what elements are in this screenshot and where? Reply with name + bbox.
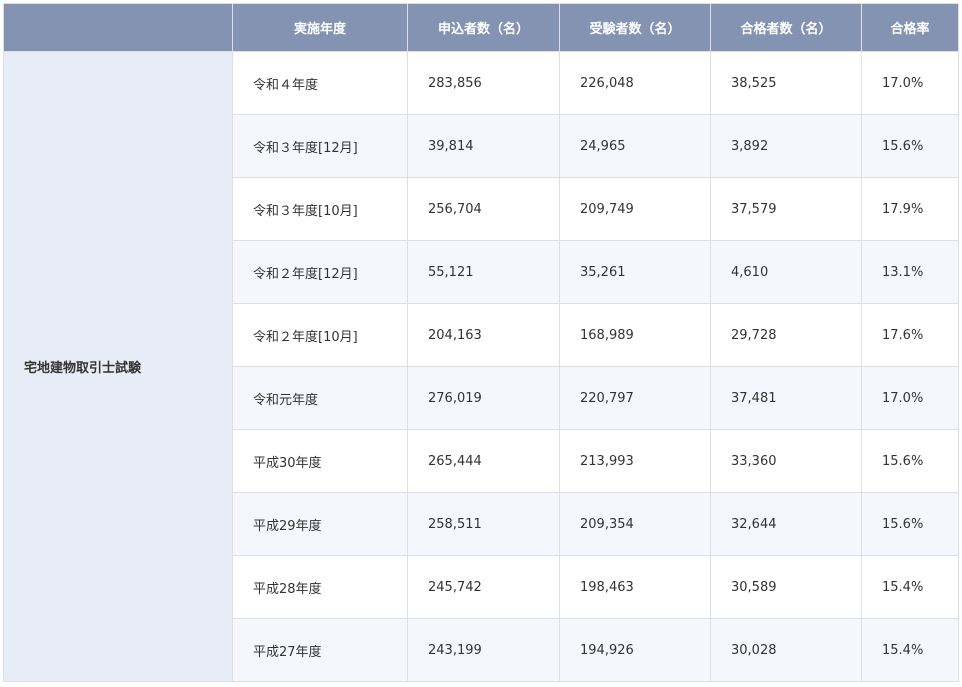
passers-cell: 38,525 [710, 51, 862, 115]
applicants-cell: 204,163 [407, 303, 560, 367]
year-cell: 平成27年度 [232, 618, 408, 682]
year-cell: 令和元年度 [232, 366, 408, 430]
header-pass-rate: 合格率 [861, 3, 959, 52]
table-header-row: 実施年度 申込者数（名） 受験者数（名） 合格者数（名） 合格率 [3, 3, 959, 52]
passers-cell: 3,892 [710, 114, 862, 178]
pass-rate-cell: 15.4% [861, 555, 959, 619]
applicants-cell: 55,121 [407, 240, 560, 304]
year-cell: 令和２年度[12月] [232, 240, 408, 304]
exam-results-table: 実施年度 申込者数（名） 受験者数（名） 合格者数（名） 合格率 宅地建物取引士… [3, 3, 959, 682]
passers-cell: 32,644 [710, 492, 862, 556]
applicants-cell: 243,199 [407, 618, 560, 682]
header-applicants: 申込者数（名） [407, 3, 560, 52]
applicants-cell: 245,742 [407, 555, 560, 619]
applicants-cell: 283,856 [407, 51, 560, 115]
header-examinees: 受験者数（名） [559, 3, 711, 52]
year-cell: 令和３年度[12月] [232, 114, 408, 178]
applicants-cell: 258,511 [407, 492, 560, 556]
examinees-cell: 209,749 [559, 177, 711, 241]
examinees-cell: 194,926 [559, 618, 711, 682]
pass-rate-cell: 15.6% [861, 114, 959, 178]
passers-cell: 37,481 [710, 366, 862, 430]
applicants-cell: 265,444 [407, 429, 560, 493]
header-exam [3, 3, 233, 52]
examinees-cell: 198,463 [559, 555, 711, 619]
examinees-cell: 226,048 [559, 51, 711, 115]
results-table-container: 実施年度 申込者数（名） 受験者数（名） 合格者数（名） 合格率 宅地建物取引士… [3, 3, 959, 682]
examinees-cell: 24,965 [559, 114, 711, 178]
year-cell: 平成30年度 [232, 429, 408, 493]
exam-name-cell: 宅地建物取引士試験 [3, 51, 233, 682]
passers-cell: 30,028 [710, 618, 862, 682]
year-cell: 平成29年度 [232, 492, 408, 556]
pass-rate-cell: 15.6% [861, 492, 959, 556]
pass-rate-cell: 17.6% [861, 303, 959, 367]
examinees-cell: 220,797 [559, 366, 711, 430]
examinees-cell: 35,261 [559, 240, 711, 304]
year-cell: 令和４年度 [232, 51, 408, 115]
pass-rate-cell: 15.4% [861, 618, 959, 682]
passers-cell: 29,728 [710, 303, 862, 367]
year-cell: 令和２年度[10月] [232, 303, 408, 367]
examinees-cell: 213,993 [559, 429, 711, 493]
year-cell: 平成28年度 [232, 555, 408, 619]
passers-cell: 33,360 [710, 429, 862, 493]
header-passers: 合格者数（名） [710, 3, 862, 52]
passers-cell: 30,589 [710, 555, 862, 619]
pass-rate-cell: 15.6% [861, 429, 959, 493]
pass-rate-cell: 17.0% [861, 51, 959, 115]
pass-rate-cell: 17.9% [861, 177, 959, 241]
pass-rate-cell: 13.1% [861, 240, 959, 304]
header-year: 実施年度 [232, 3, 408, 52]
applicants-cell: 276,019 [407, 366, 560, 430]
passers-cell: 4,610 [710, 240, 862, 304]
applicants-cell: 256,704 [407, 177, 560, 241]
examinees-cell: 168,989 [559, 303, 711, 367]
passers-cell: 37,579 [710, 177, 862, 241]
examinees-cell: 209,354 [559, 492, 711, 556]
pass-rate-cell: 17.0% [861, 366, 959, 430]
applicants-cell: 39,814 [407, 114, 560, 178]
year-cell: 令和３年度[10月] [232, 177, 408, 241]
table-row: 宅地建物取引士試験 令和４年度 283,856 226,048 38,525 1… [3, 51, 959, 682]
